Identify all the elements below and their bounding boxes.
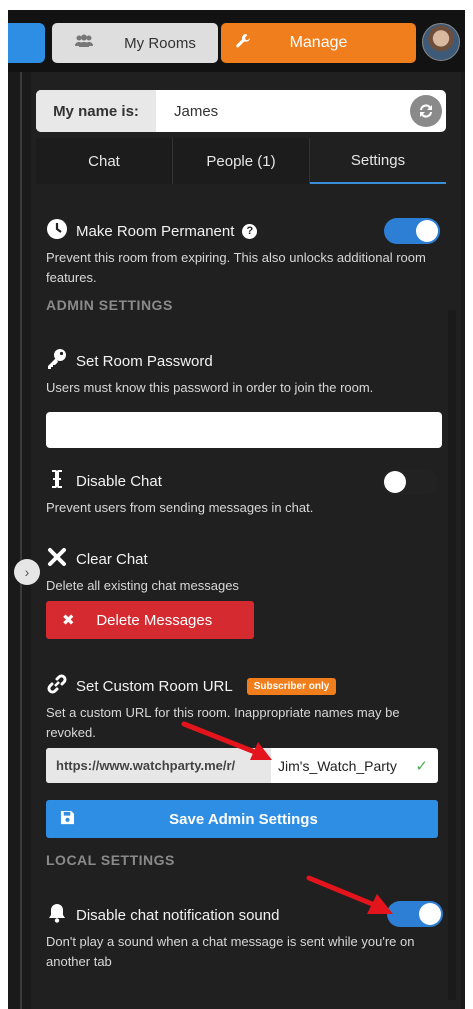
permanent-section: Make Room Permanent ? Prevent this room … — [46, 218, 441, 288]
local-settings-heading: LOCAL SETTINGS — [46, 852, 175, 868]
panel-tabs: Chat People (1) Settings — [36, 138, 446, 184]
refresh-name-icon[interactable] — [410, 95, 442, 127]
save-icon — [60, 810, 75, 829]
name-field[interactable]: My name is: James — [36, 90, 446, 132]
check-icon: ✓ — [415, 757, 428, 775]
manage-button[interactable]: Manage — [221, 23, 416, 63]
save-admin-settings-label: Save Admin Settings — [169, 810, 318, 828]
disable-chat-title: Disable Chat — [76, 472, 162, 490]
save-admin-settings-button[interactable]: Save Admin Settings — [46, 800, 438, 838]
left-rail — [20, 72, 22, 1009]
admin-settings-heading: ADMIN SETTINGS — [46, 297, 173, 313]
permanent-title: Make Room Permanent — [76, 222, 235, 240]
user-avatar[interactable] — [422, 23, 460, 61]
side-menu-button[interactable] — [8, 23, 45, 63]
delete-x-icon: ✖ — [62, 612, 75, 629]
notification-description: Don't play a sound when a chat message i… — [46, 934, 415, 969]
delete-messages-label: Delete Messages — [96, 611, 213, 629]
my-rooms-label: My Rooms — [124, 34, 196, 52]
disable-chat-description: Prevent users from sending messages in c… — [46, 500, 314, 515]
disable-chat-toggle[interactable] — [382, 469, 438, 495]
tab-settings[interactable]: Settings — [310, 138, 446, 184]
room-password-input[interactable] — [46, 412, 442, 448]
tab-chat[interactable]: Chat — [36, 138, 173, 184]
custom-url-field[interactable]: https://www.watchparty.me/r/ Jim's_Watch… — [46, 748, 438, 783]
settings-panel — [31, 72, 461, 1009]
subscriber-only-badge: Subscriber only — [246, 677, 337, 695]
key-icon — [46, 348, 68, 374]
delete-messages-button[interactable]: ✖ Delete Messages — [46, 601, 254, 639]
bell-icon — [46, 902, 68, 928]
help-icon[interactable]: ? — [242, 223, 258, 239]
name-label: My name is: — [36, 90, 156, 132]
url-prefix: https://www.watchparty.me/r/ — [46, 748, 271, 783]
custom-url-section: Set Custom Room URL Subscriber only Set … — [46, 673, 441, 743]
custom-url-input[interactable]: Jim's_Watch_Party — [278, 748, 397, 783]
custom-url-description: Set a custom URL for this room. Inapprop… — [46, 705, 400, 740]
wrench-icon — [235, 33, 251, 54]
link-icon — [46, 673, 68, 699]
manage-label: Manage — [289, 34, 348, 51]
text-cursor-icon — [46, 468, 68, 494]
disable-chat-section: Disable Chat Prevent users from sending … — [46, 468, 441, 518]
app-frame: My Rooms Manage My name is: James Chat P… — [8, 10, 465, 1009]
clear-chat-title: Clear Chat — [76, 550, 148, 568]
password-description: Users must know this password in order t… — [46, 380, 374, 395]
clock-icon — [46, 218, 68, 244]
users-icon — [74, 34, 94, 52]
panel-scrollbar[interactable] — [448, 310, 456, 1000]
permanent-description: Prevent this room from expiring. This al… — [46, 250, 426, 285]
notification-toggle[interactable] — [387, 901, 443, 927]
permanent-toggle[interactable] — [384, 218, 440, 244]
collapse-panel-button[interactable]: › — [14, 559, 40, 585]
notification-title: Disable chat notification sound — [76, 906, 280, 924]
custom-url-title: Set Custom Room URL — [76, 677, 233, 695]
clear-chat-section: Clear Chat Delete all existing chat mess… — [46, 546, 441, 596]
top-bar: My Rooms Manage — [8, 10, 465, 72]
clear-chat-description: Delete all existing chat messages — [46, 578, 239, 593]
password-section: Set Room Password Users must know this p… — [46, 348, 441, 398]
password-title: Set Room Password — [76, 352, 213, 370]
my-rooms-button[interactable]: My Rooms — [52, 23, 218, 63]
close-icon — [46, 546, 68, 572]
notification-section: Disable chat notification sound Don't pl… — [46, 902, 441, 972]
tab-people[interactable]: People (1) — [173, 138, 310, 184]
name-input[interactable]: James — [174, 90, 218, 132]
